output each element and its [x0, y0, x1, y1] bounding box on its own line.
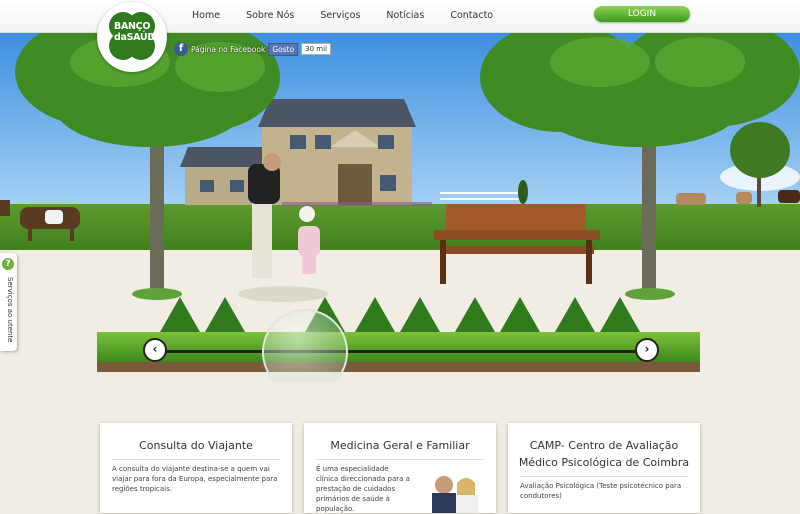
facebook-icon[interactable]: f: [174, 42, 188, 56]
main-nav: Home Sobre Nós Serviços Notícias Contact…: [192, 10, 519, 21]
card-title-line2: Médico Psicológica de Coimbra: [518, 456, 690, 469]
card-text: Avaliação Psicológica (Teste psicotécnic…: [520, 482, 682, 500]
card-text: A consulta do viajante destina-se a quem…: [112, 465, 278, 493]
login-button[interactable]: LOGIN: [594, 6, 690, 22]
card-general-medicine: Medicina Geral e Familiar É uma especial…: [304, 423, 496, 513]
card-traveler-consult: Consulta do Viajante A consulta do viaja…: [100, 423, 292, 513]
logo-text-top: BANÇO: [114, 21, 151, 32]
card-title: Consulta do Viajante: [139, 439, 253, 452]
card-title-line1: CAMP- Centro de Avaliação: [529, 439, 679, 452]
nav-news[interactable]: Notícias: [386, 10, 424, 21]
help-icon: ?: [2, 258, 14, 270]
hero-scene: [0, 32, 800, 382]
side-tab-label: Serviços ao utente: [6, 277, 14, 343]
logo-text-bottom: daSAÚDE: [114, 32, 162, 43]
landscape-illustration: [0, 32, 800, 382]
card-title: Medicina Geral e Familiar: [330, 439, 470, 452]
services-side-tab[interactable]: ? Serviços ao utente: [0, 253, 17, 351]
card-text: É uma especialidade clínica direccionada…: [316, 465, 410, 513]
divider: [520, 476, 688, 477]
nav-home[interactable]: Home: [192, 10, 220, 21]
site-logo[interactable]: BANÇO daSAÚDE: [97, 2, 167, 72]
nav-contact[interactable]: Contacto: [450, 10, 493, 21]
nav-services[interactable]: Serviços: [320, 10, 360, 21]
slider-prev-button[interactable]: ‹: [143, 338, 167, 362]
facebook-like-count: 30 mil: [301, 43, 332, 55]
divider: [316, 459, 484, 460]
couple-photo: [432, 476, 478, 513]
card-camp: CAMP- Centro de Avaliação Médico Psicoló…: [508, 423, 700, 513]
slider-next-button[interactable]: ›: [635, 338, 659, 362]
nav-about[interactable]: Sobre Nós: [246, 10, 294, 21]
facebook-like-button[interactable]: Gosto: [268, 42, 299, 56]
facebook-bar: f Página no Facebook Gosto 30 mil: [174, 42, 332, 56]
facebook-page-link[interactable]: Página no Facebook: [191, 45, 265, 54]
divider: [112, 459, 280, 460]
